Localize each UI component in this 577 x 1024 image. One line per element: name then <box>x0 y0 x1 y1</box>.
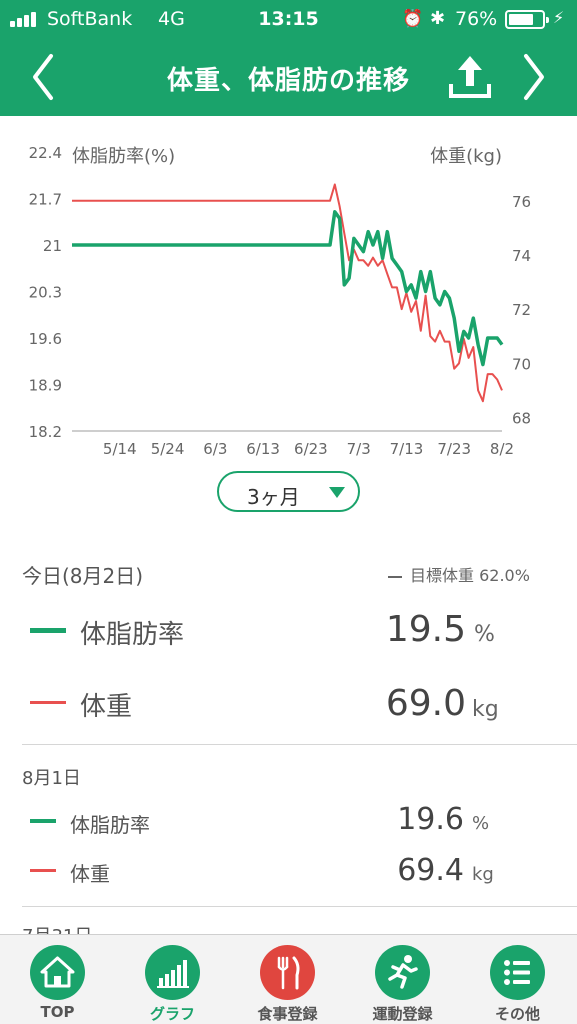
x-tick-label: 7/3 <box>347 440 371 458</box>
tab-graph[interactable]: グラフ <box>115 935 230 1024</box>
triangle-down-icon <box>329 487 345 498</box>
left-tick-label: 22.4 <box>29 144 62 162</box>
left-tick-label: 21.7 <box>29 191 62 209</box>
today-fat-unit: % <box>474 622 495 647</box>
tab-other[interactable]: その他 <box>460 935 575 1024</box>
today-header: 今日(8月2日) <box>22 564 144 588</box>
x-tick-label: 8/2 <box>490 440 514 458</box>
section-divider <box>22 744 577 745</box>
battery-icon <box>505 10 549 29</box>
bar-chart-icon <box>145 945 200 1000</box>
fork-knife-icon <box>260 945 315 1000</box>
weight-fat-chart: 体脂肪率(%) 体重(kg) 22.4 21.7 21 20.3 19.6 18.9 18.… <box>29 144 532 458</box>
tab-exercise-label: 運動登録 <box>372 1005 433 1023</box>
target-dash-icon <box>388 575 402 578</box>
target-label: 目標体重 62.0% <box>410 566 530 585</box>
aug1-fat-label: 体脂肪率 <box>70 813 150 837</box>
tab-meal-label: 食事登録 <box>257 1005 318 1023</box>
tab-graph-label: グラフ <box>149 1005 195 1023</box>
range-selector[interactable]: 3ヶ月 <box>217 471 360 512</box>
target-weight: 目標体重 62.0% <box>388 562 530 586</box>
right-tick-label: 72 <box>512 301 531 319</box>
section-divider <box>22 906 577 907</box>
aug1-header: 8月1日 <box>22 768 81 789</box>
chevron-right-icon <box>524 54 544 100</box>
status-bar: SoftBank 4G 13:15 ⏰ ✱ 76% ⚡ <box>0 0 577 38</box>
bluetooth-icon: ✱ <box>430 8 446 29</box>
x-tick-label: 7/13 <box>390 440 424 458</box>
next-button[interactable] <box>512 50 552 104</box>
right-tick-label: 74 <box>512 247 531 265</box>
x-tick-label: 6/23 <box>294 440 328 458</box>
right-tick-label: 76 <box>512 193 531 211</box>
left-tick-label: 18.9 <box>29 377 62 395</box>
weight-series-line <box>72 183 503 403</box>
tab-other-label: その他 <box>494 1005 540 1023</box>
right-tick-label: 70 <box>512 355 531 373</box>
weight-legend-line <box>30 869 56 872</box>
fat-legend-line <box>30 819 56 823</box>
battery-percent: 76% <box>455 8 498 30</box>
home-icon <box>30 945 85 1000</box>
aug1-fat-value: 19.6 <box>397 802 464 837</box>
left-tick-label: 21 <box>43 237 62 255</box>
tab-top[interactable]: TOP <box>0 935 115 1024</box>
tab-meal[interactable]: 食事登録 <box>230 935 345 1024</box>
aug1-fat-unit: % <box>472 813 490 834</box>
x-tick-label: 7/23 <box>437 440 471 458</box>
running-icon <box>375 945 430 1000</box>
today-fat-label: 体脂肪率 <box>80 620 185 650</box>
weight-legend-line <box>30 701 66 704</box>
right-axis-label: 体重(kg) <box>430 146 502 167</box>
tab-bar: TOP グラフ 食事登録 運動登録 その他 <box>0 934 577 1024</box>
aug1-weight-label: 体重 <box>70 862 110 886</box>
share-icon <box>449 56 491 98</box>
left-axis-label: 体脂肪率(%) <box>72 146 175 167</box>
tab-top-label: TOP <box>40 1003 75 1021</box>
fat-series-line <box>72 210 504 367</box>
left-tick-label: 20.3 <box>29 284 62 302</box>
today-fat-value: 19.5 <box>385 609 466 650</box>
fat-legend-line <box>30 628 66 633</box>
today-weight-label: 体重 <box>80 692 133 722</box>
today-weight-value: 69.0 <box>385 683 466 724</box>
aug1-weight-unit: kg <box>472 864 494 885</box>
x-tick-label: 5/14 <box>103 440 137 458</box>
range-label: 3ヶ月 <box>247 485 300 509</box>
x-tick-label: 6/13 <box>246 440 280 458</box>
right-tick-label: 68 <box>512 409 531 427</box>
left-tick-label: 18.2 <box>29 423 62 441</box>
aug1-weight-value: 69.4 <box>397 853 464 888</box>
tab-exercise[interactable]: 運動登録 <box>345 935 460 1024</box>
charging-icon: ⚡ <box>553 8 565 27</box>
left-tick-label: 19.6 <box>29 330 62 348</box>
today-weight-unit: kg <box>472 697 499 722</box>
share-button[interactable] <box>443 50 497 104</box>
x-tick-label: 6/3 <box>203 440 227 458</box>
alarm-icon: ⏰ <box>402 9 424 29</box>
nav-bar: 体重、体脂肪の推移 <box>0 38 577 116</box>
x-tick-label: 5/24 <box>151 440 185 458</box>
list-icon <box>490 945 545 1000</box>
